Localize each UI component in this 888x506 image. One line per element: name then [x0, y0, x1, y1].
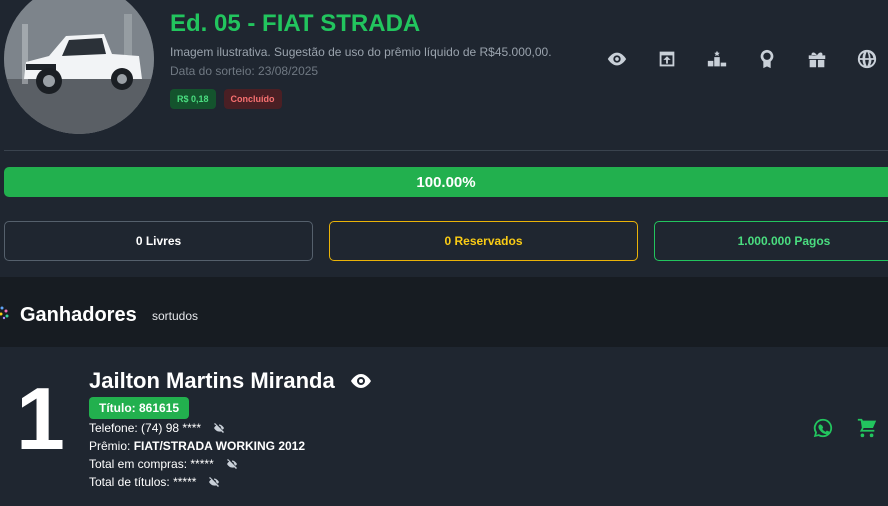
total-tickets-label: Total de títulos: — [89, 475, 170, 489]
badge-group: R$ 0,18 Concluído — [170, 89, 282, 109]
prize-value: FIAT/STRADA WORKING 2012 — [133, 439, 306, 453]
draw-date: Data do sorteio: 23/08/2025 — [170, 64, 319, 78]
winner-name-row: Jailton Martins Miranda — [89, 368, 373, 394]
winners-title: Ganhadores — [20, 304, 137, 326]
price-badge: R$ 0,18 — [170, 89, 216, 109]
eye-icon[interactable] — [349, 369, 373, 393]
status-badge: Concluído — [223, 89, 282, 109]
raffle-actions — [604, 46, 880, 72]
free-numbers-button[interactable]: 0 Livres — [4, 221, 313, 261]
globe-icon[interactable] — [854, 46, 880, 72]
eye-icon[interactable] — [604, 46, 630, 72]
raffle-description: Imagem ilustrativa. Sugestão de uso do p… — [170, 45, 552, 59]
prize-photo — [4, 0, 154, 134]
header-divider — [4, 150, 888, 151]
progress-bar: 100.00% — [4, 167, 888, 197]
cart-icon[interactable] — [854, 415, 880, 441]
paid-numbers-button[interactable]: 1.000.000 Pagos — [654, 221, 888, 261]
gift-icon[interactable] — [804, 46, 830, 72]
winner-rank: 1 — [16, 369, 65, 468]
open-in-new-icon[interactable] — [654, 46, 680, 72]
total-tickets-value: ***** — [173, 475, 197, 489]
award-icon[interactable] — [754, 46, 780, 72]
total-purchases-label: Total em compras: — [89, 457, 188, 471]
winner-name: Jailton Martins Miranda — [89, 368, 335, 393]
confetti-icon — [0, 306, 9, 320]
winner-tickets-row: Total de títulos: ***** — [89, 475, 220, 489]
progress-label: 100.00% — [416, 173, 476, 191]
phone-label: Telefone: — [89, 421, 138, 435]
raffle-title: Ed. 05 - FIAT STRADA — [170, 10, 421, 37]
prize-label: Prêmio: — [89, 439, 131, 453]
total-purchases-value: ***** — [190, 457, 214, 471]
winners-header: Ganhadores sortudos — [0, 277, 888, 347]
eye-off-icon[interactable] — [226, 458, 238, 470]
ticket-badge: Título: 861615 — [89, 397, 190, 419]
phone-value: (74) 98 **** — [141, 421, 202, 435]
winner-phone-row: Telefone: (74) 98 **** — [89, 421, 225, 435]
car-image — [4, 0, 154, 134]
reserved-numbers-button[interactable]: 0 Reservados — [329, 221, 638, 261]
raffle-header: Ed. 05 - FIAT STRADA Imagem ilustrativa.… — [0, 0, 888, 150]
winner-prize-row: Prêmio: FIAT/STRADA WORKING 2012 — [89, 439, 305, 453]
winner-purchases-row: Total em compras: ***** — [89, 457, 238, 471]
whatsapp-icon[interactable] — [810, 415, 836, 441]
winner-actions — [810, 415, 880, 441]
eye-off-icon[interactable] — [213, 422, 225, 434]
winners-subtitle: sortudos — [152, 309, 199, 323]
podium-icon[interactable] — [704, 46, 730, 72]
eye-off-icon[interactable] — [208, 476, 220, 488]
